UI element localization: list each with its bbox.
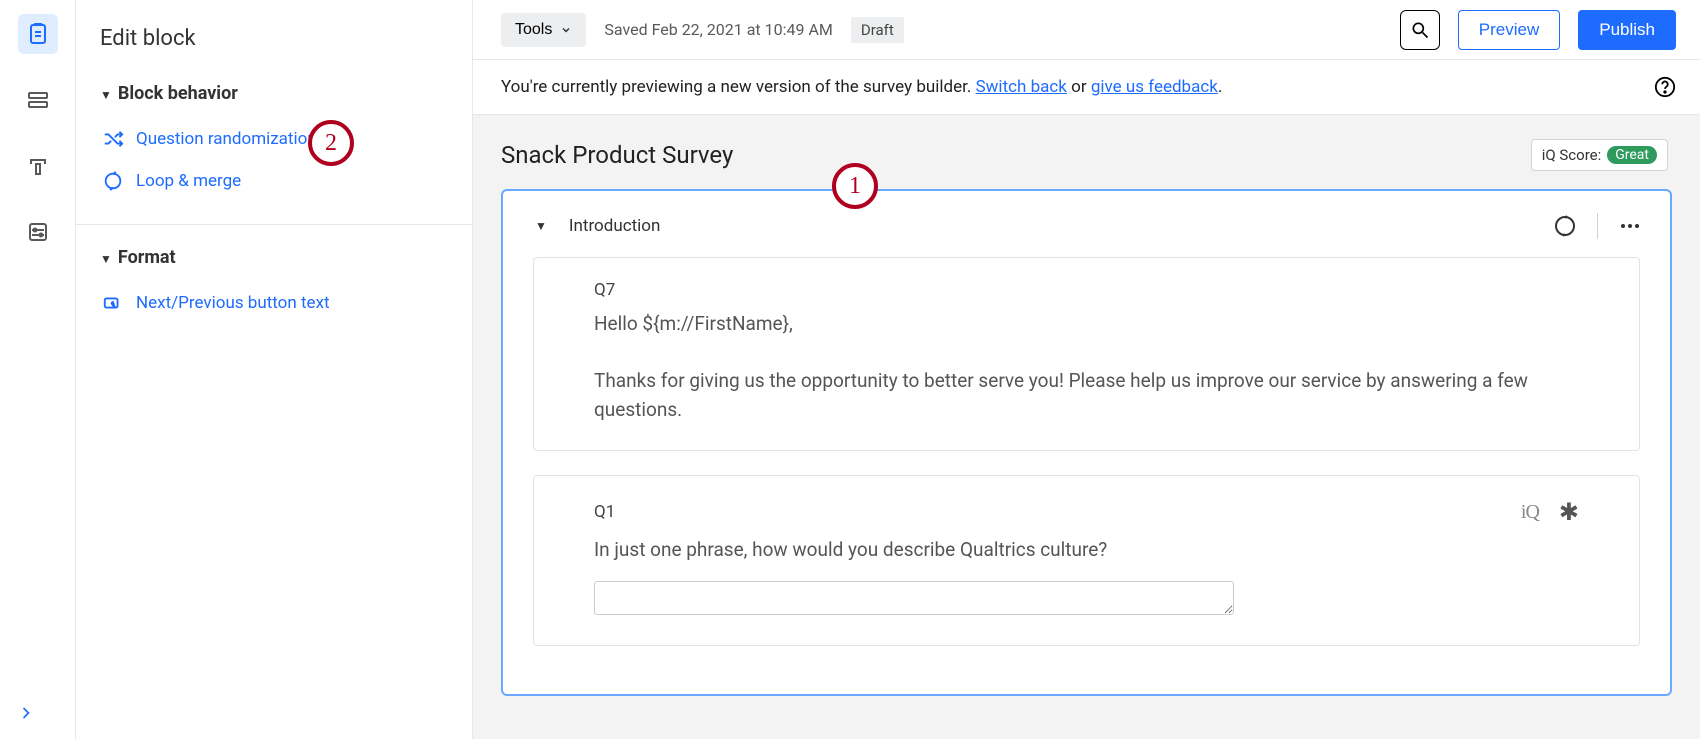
rail-options-icon[interactable] [18, 212, 58, 252]
tools-menu-button[interactable]: Tools [501, 13, 586, 47]
link-label: Loop & merge [136, 171, 241, 191]
iq-label: iQ Score: [1542, 146, 1602, 164]
rail-edit-block-icon[interactable] [18, 14, 58, 54]
help-icon[interactable] [1654, 76, 1676, 98]
loop-merge-link[interactable]: Loop & merge [100, 160, 448, 202]
question-number: Q7 [594, 280, 1579, 300]
divider [76, 224, 472, 225]
block-header: ▼ Introduction [521, 209, 1652, 257]
caret-down-icon: ▼ [100, 252, 112, 266]
iq-value-pill: Great [1607, 146, 1657, 164]
survey-canvas: Snack Product Survey iQ Score: Great ▼ I… [473, 115, 1700, 739]
question-randomization-link[interactable]: Question randomization [100, 118, 448, 160]
main-area: Tools Saved Feb 22, 2021 at 10:49 AM Dra… [473, 0, 1700, 739]
button-label: Tools [515, 21, 552, 39]
draft-badge: Draft [851, 17, 904, 43]
icon-rail [0, 0, 76, 739]
loop-sync-icon[interactable] [1553, 214, 1577, 238]
chevron-down-icon [560, 24, 572, 36]
question-number: Q1 [594, 502, 615, 522]
publish-button[interactable]: Publish [1578, 10, 1676, 50]
block-title[interactable]: Introduction [569, 216, 661, 236]
question-text[interactable]: In just one phrase, how would you descri… [594, 536, 1579, 565]
text-entry-input[interactable] [594, 581, 1234, 615]
saved-timestamp: Saved Feb 22, 2021 at 10:49 AM [604, 20, 833, 39]
search-icon [1410, 20, 1430, 40]
question-text[interactable]: Hello ${m://FirstName}, Thanks for givin… [594, 310, 1579, 424]
question-block[interactable]: ▼ Introduction Q7 Hello ${m://FirstName}… [501, 189, 1672, 696]
link-label: Next/Previous button text [136, 293, 330, 313]
required-star-icon[interactable]: ✱ [1559, 498, 1579, 526]
section-block-behavior[interactable]: ▼ Block behavior [100, 83, 448, 104]
section-heading: Block behavior [118, 83, 238, 104]
annotation-2: 2 [308, 120, 354, 166]
section-heading: Format [118, 247, 176, 268]
caret-down-icon: ▼ [100, 88, 112, 102]
more-options-icon[interactable] [1618, 214, 1642, 238]
rail-layout-icon[interactable] [18, 80, 58, 120]
preview-notice: You're currently previewing a new versio… [473, 60, 1700, 115]
divider [1597, 213, 1598, 239]
rail-expand-icon[interactable] [16, 703, 36, 727]
survey-header: Snack Product Survey iQ Score: Great [501, 139, 1672, 171]
feedback-link[interactable]: give us feedback [1091, 77, 1218, 97]
section-format[interactable]: ▼ Format [100, 247, 448, 268]
survey-title[interactable]: Snack Product Survey [501, 141, 733, 169]
topbar: Tools Saved Feb 22, 2021 at 10:49 AM Dra… [473, 0, 1700, 60]
panel-title: Edit block [100, 26, 448, 51]
question-q7[interactable]: Q7 Hello ${m://FirstName}, Thanks for gi… [533, 257, 1640, 451]
switch-back-link[interactable]: Switch back [976, 77, 1067, 97]
preview-button[interactable]: Preview [1458, 10, 1560, 50]
iq-score-box[interactable]: iQ Score: Great [1531, 139, 1668, 171]
nav-button-text-link[interactable]: Next/Previous button text [100, 282, 448, 324]
question-q1[interactable]: Q1 iQ ✱ In just one phrase, how would yo… [533, 475, 1640, 646]
annotation-1: 1 [832, 163, 878, 209]
edit-block-panel: Edit block ▼ Block behavior Question ran… [76, 0, 473, 739]
caret-down-icon[interactable]: ▼ [535, 219, 547, 233]
rail-theme-icon[interactable] [18, 146, 58, 186]
iq-icon[interactable]: iQ [1521, 501, 1539, 524]
notice-text: You're currently previewing a new versio… [501, 77, 976, 97]
link-label: Question randomization [136, 129, 317, 149]
search-button[interactable] [1400, 10, 1440, 50]
